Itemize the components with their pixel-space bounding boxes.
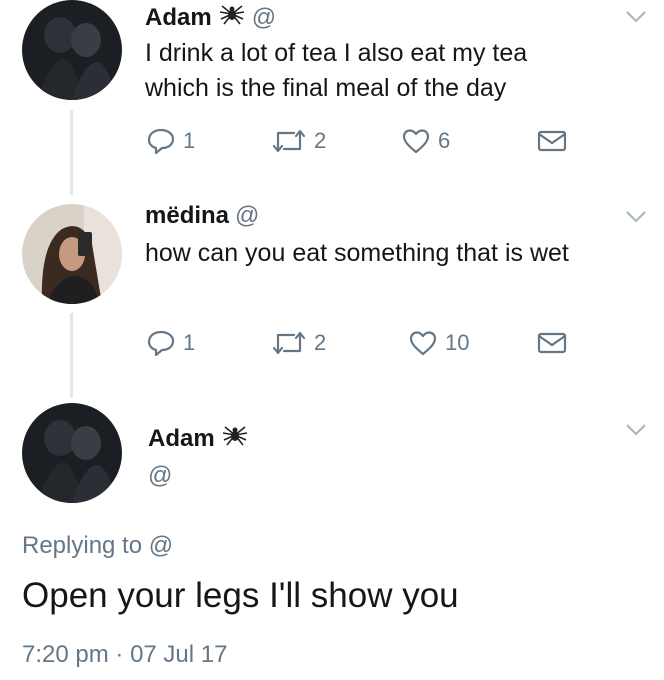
envelope-icon (537, 130, 567, 152)
retweet-count: 2 (314, 128, 327, 153)
author-handle[interactable]: @ (252, 4, 276, 32)
author-handle[interactable]: @ (235, 202, 259, 230)
reply-icon (147, 128, 175, 154)
date: 07 Jul 17 (130, 641, 228, 668)
reply-icon (147, 330, 175, 356)
tweet-text-line: which is the final meal of the day (145, 74, 507, 102)
chevron-down-icon[interactable] (625, 210, 647, 224)
dm-button[interactable] (537, 332, 567, 354)
author-name[interactable]: Adam @ (145, 2, 276, 33)
time: 7:20 pm (22, 641, 109, 668)
author-handle[interactable]: @ (148, 462, 172, 490)
thread-line (70, 313, 73, 398)
avatar-adam[interactable] (22, 403, 122, 503)
timestamp[interactable]: 7:20 pm · 07 Jul 17 (22, 641, 227, 669)
avatar-adam[interactable] (22, 0, 122, 100)
retweet-button[interactable]: 2 (272, 330, 409, 356)
chevron-down-icon[interactable] (625, 423, 647, 437)
thread-line (70, 110, 73, 195)
spider-icon (218, 2, 246, 33)
like-count: 6 (438, 128, 451, 153)
separator: · (115, 641, 124, 668)
chevron-down-icon[interactable] (625, 10, 647, 24)
tweet-text-line: I drink a lot of tea I also eat my tea (145, 39, 528, 67)
reply-count: 1 (183, 128, 196, 153)
envelope-icon (537, 332, 567, 354)
focused-tweet-text: Open your legs I'll show you (22, 576, 459, 615)
tweet-actions: 1 2 6 (147, 128, 567, 154)
tweet-text: I drink a lot of tea I also eat my tea w… (145, 36, 527, 106)
reply-button[interactable]: 1 (147, 128, 272, 154)
author-name[interactable]: mëdina @ (145, 202, 259, 230)
like-count: 10 (445, 330, 470, 355)
retweet-button[interactable]: 2 (272, 128, 402, 154)
like-button[interactable]: 10 (409, 330, 537, 356)
tweet-actions: 1 2 10 (147, 330, 567, 356)
replying-to: Replying to @ (22, 532, 174, 559)
tweet-text-line: how can you eat something that is wet (145, 239, 569, 267)
dm-button[interactable] (537, 130, 567, 152)
reply-button[interactable]: 1 (147, 330, 272, 356)
retweet-icon (272, 330, 306, 356)
retweet-count: 2 (314, 330, 327, 355)
retweet-icon (272, 128, 306, 154)
spider-icon (221, 423, 249, 454)
replying-to-handle[interactable]: @ (149, 532, 173, 559)
avatar-medina[interactable] (22, 204, 122, 304)
heart-icon (409, 330, 437, 356)
author-name[interactable]: Adam (148, 423, 249, 454)
like-button[interactable]: 6 (402, 128, 537, 154)
reply-count: 1 (183, 330, 196, 355)
tweet-text: how can you eat something that is wet (145, 236, 569, 271)
heart-icon (402, 128, 430, 154)
